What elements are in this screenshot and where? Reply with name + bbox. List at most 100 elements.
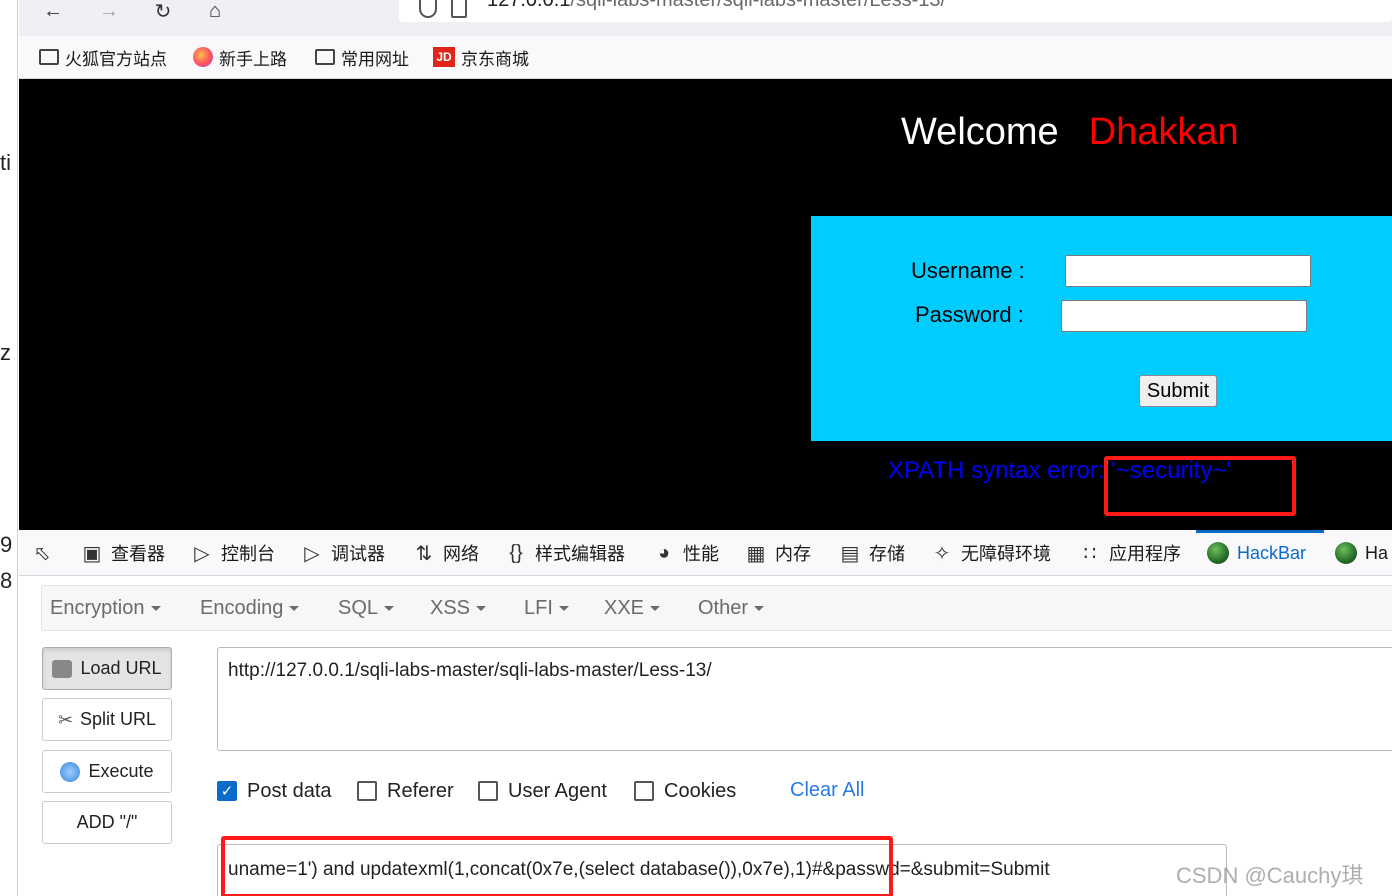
- shield-icon[interactable]: [419, 0, 437, 18]
- checkbox-label: Cookies: [664, 779, 737, 802]
- checkbox-icon: [634, 781, 654, 801]
- bookmark-label: 新手上路: [219, 49, 287, 69]
- inspector-icon: ▣: [82, 542, 102, 565]
- post-data-checkbox[interactable]: ✓ Post data: [217, 779, 332, 803]
- back-arrow-icon[interactable]: ←: [35, 0, 71, 22]
- password-label: Password :: [915, 302, 1024, 327]
- welcome-name: Dhakkan: [1088, 111, 1239, 153]
- url-textarea[interactable]: http://127.0.0.1/sqli-labs-master/sqli-l…: [217, 647, 1392, 751]
- active-tab-indicator: [1196, 530, 1324, 533]
- performance-icon: ◕: [657, 541, 671, 564]
- checkbox-checked-icon: ✓: [217, 781, 237, 801]
- browser-nav-bar: ← → ↻ ⌂ 127.0.0.1/sqli-labs-master/sqli-…: [19, 0, 1392, 36]
- edge-text: 8: [0, 568, 13, 593]
- welcome-heading: Welcome Dhakkan: [901, 111, 1239, 154]
- style-editor-icon: {}: [509, 541, 523, 564]
- tab-label: 内存: [775, 544, 811, 564]
- menu-label: XSS: [430, 597, 471, 619]
- scissors-icon: ✂: [57, 709, 74, 730]
- welcome-text: Welcome: [901, 111, 1059, 153]
- tab-application[interactable]: ∷ 应用程序: [1079, 540, 1181, 566]
- screenshot-root: ti z 9 8 ← → ↻ ⌂ 127.0.0.1/sqli-labs-mas…: [0, 0, 1392, 896]
- edge-text: z: [0, 340, 11, 365]
- caret-down-icon: [754, 606, 765, 612]
- referer-checkbox[interactable]: Referer: [357, 779, 454, 803]
- play-icon: [60, 761, 81, 782]
- menu-sql[interactable]: SQL: [338, 597, 395, 620]
- bookmark-label: 火狐官方站点: [65, 49, 167, 69]
- username-label: Username :: [911, 258, 1025, 283]
- bookmark-label: 常用网址: [341, 49, 409, 69]
- tab-style-editor[interactable]: {} 样式编辑器: [505, 540, 625, 566]
- add-slash-button[interactable]: ADD "/": [42, 801, 172, 844]
- storage-icon: ▤: [840, 542, 860, 565]
- element-picker-icon[interactable]: ⬁: [31, 540, 53, 566]
- button-label: Execute: [88, 761, 154, 781]
- menu-label: Encryption: [50, 597, 145, 619]
- tab-inspector[interactable]: ▣ 查看器: [81, 540, 165, 566]
- home-icon[interactable]: ⌂: [197, 0, 233, 22]
- load-url-button[interactable]: Load URL: [42, 647, 172, 690]
- button-label: Split URL: [79, 709, 157, 729]
- tab-performance[interactable]: ◕ 性能: [653, 540, 719, 566]
- menu-label: LFI: [524, 597, 553, 619]
- checkbox-label: Post data: [247, 779, 332, 802]
- password-input[interactable]: [1061, 300, 1307, 332]
- bookmark-item[interactable]: 火狐官方站点: [39, 45, 167, 69]
- tab-storage[interactable]: ▤ 存储: [839, 540, 905, 566]
- menu-label: XXE: [604, 597, 645, 619]
- adjacent-window-edge: ti z 9 8: [0, 0, 18, 896]
- user-agent-checkbox[interactable]: User Agent: [478, 779, 607, 803]
- checkbox-label: User Agent: [508, 779, 607, 802]
- payload-highlight-box: [221, 836, 893, 896]
- url-value: http://127.0.0.1/sqli-labs-master/sqli-l…: [228, 660, 712, 681]
- jd-icon: JD: [433, 47, 455, 67]
- address-text[interactable]: 127.0.0.1/sqli-labs-master/sqli-labs-mas…: [487, 0, 946, 10]
- menu-encryption[interactable]: Encryption: [50, 597, 161, 620]
- menu-label: Other: [698, 597, 749, 619]
- caret-down-icon: [558, 606, 569, 612]
- tab-label: 查看器: [111, 544, 165, 564]
- submit-button[interactable]: Submit: [1139, 375, 1217, 407]
- tab-debugger[interactable]: ▷ 调试器: [301, 540, 385, 566]
- menu-label: SQL: [338, 597, 379, 619]
- application-icon: ∷: [1083, 542, 1097, 565]
- cookies-checkbox[interactable]: Cookies: [634, 779, 736, 803]
- edge-text: ti: [0, 150, 11, 175]
- reload-icon[interactable]: ↻: [145, 0, 181, 23]
- execute-button[interactable]: Execute: [42, 750, 172, 793]
- bookmark-item[interactable]: 新手上路: [193, 45, 287, 69]
- button-label: ADD "/": [76, 812, 138, 832]
- menu-xxe[interactable]: XXE: [604, 597, 661, 620]
- page-icon[interactable]: [451, 0, 467, 18]
- tab-label: 存储: [869, 544, 905, 564]
- forward-arrow-icon[interactable]: →: [91, 0, 127, 22]
- bookmark-item[interactable]: JD 京东商城: [433, 45, 529, 69]
- tab-accessibility[interactable]: ✧ 无障碍环境: [931, 540, 1051, 566]
- address-bar[interactable]: 127.0.0.1/sqli-labs-master/sqli-labs-mas…: [399, 0, 1392, 22]
- debugger-icon: ▷: [304, 542, 320, 565]
- menu-lfi[interactable]: LFI: [524, 597, 569, 620]
- tab-network[interactable]: ⇅ 网络: [413, 540, 479, 566]
- caret-down-icon: [150, 606, 161, 612]
- tab-label: Ha: [1365, 542, 1389, 563]
- checkbox-icon: [357, 781, 377, 801]
- menu-encoding[interactable]: Encoding: [200, 597, 300, 620]
- edge-text: 9: [0, 532, 13, 557]
- menu-other[interactable]: Other: [698, 597, 765, 620]
- clear-all-link[interactable]: Clear All: [790, 779, 864, 802]
- tab-label: 性能: [683, 544, 719, 564]
- accessibility-icon: ✧: [933, 542, 951, 565]
- tab-hackbar[interactable]: HackBar: [1207, 540, 1306, 566]
- tab-console[interactable]: ▷ 控制台: [191, 540, 275, 566]
- caret-down-icon: [384, 606, 395, 612]
- caret-down-icon: [650, 606, 661, 612]
- bookmark-label: 京东商城: [461, 49, 529, 69]
- bookmark-item[interactable]: 常用网址: [315, 45, 409, 69]
- tab-hackbar-2[interactable]: Ha: [1335, 540, 1388, 566]
- split-url-button[interactable]: ✂ Split URL: [42, 698, 172, 741]
- menu-xss[interactable]: XSS: [430, 597, 487, 620]
- tab-memory[interactable]: ▦ 内存: [745, 540, 811, 566]
- username-input[interactable]: [1065, 255, 1311, 287]
- folder-icon: [39, 49, 59, 65]
